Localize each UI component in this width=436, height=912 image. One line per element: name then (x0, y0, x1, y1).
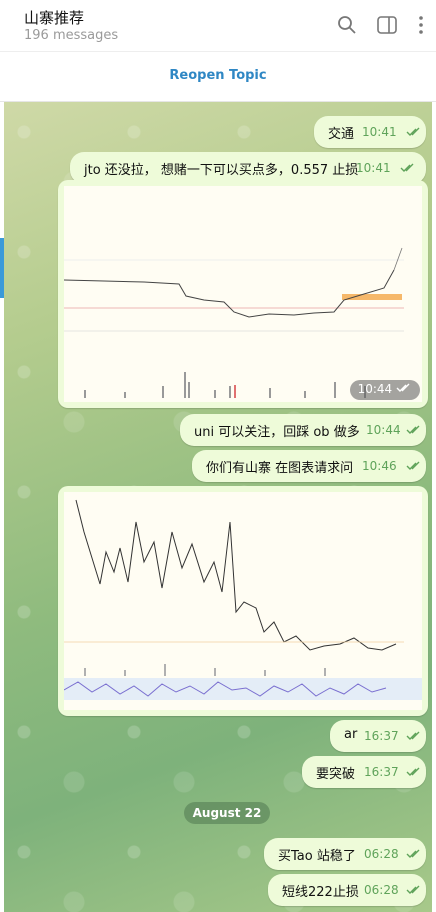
date-separator: August 22 (184, 802, 270, 824)
read-checkmark-icon (406, 461, 420, 470)
message-time: 10:44 (357, 382, 393, 396)
message-time: 16:37 (364, 765, 399, 779)
message-bubble[interactable]: 交通 10:41 (314, 116, 426, 148)
message-time: 06:28 (364, 883, 399, 897)
message-bubble[interactable]: uni 可以关注，回踩 ob 做多 10:44 (180, 414, 426, 446)
message-text: 短线222止损 (282, 885, 359, 900)
message-bubble[interactable]: ar 16:37 (330, 720, 426, 752)
chat-header: 山寨推荐 196 messages (0, 0, 436, 52)
message-time: 16:37 (364, 729, 399, 743)
message-bubble[interactable]: 买Tao 站稳了 06:28 (264, 838, 426, 870)
read-checkmark-icon (406, 849, 420, 858)
price-chart-drawing (63, 499, 422, 700)
chart-image-message[interactable] (58, 486, 428, 716)
message-count: 196 messages (24, 28, 119, 43)
message-text: ar (344, 727, 358, 742)
read-checkmark-icon (400, 163, 414, 172)
read-checkmark-icon (406, 767, 420, 776)
read-checkmark-icon (406, 425, 420, 434)
chat-title: 山寨推荐 (24, 9, 85, 27)
message-text: 要突破 (316, 767, 356, 782)
price-chart-image (63, 186, 422, 402)
message-text: jto 还没拉， 想赌一下可以买点多，0.557 止损 (84, 163, 359, 178)
chat-area[interactable]: 交通 10:41 jto 还没拉， 想赌一下可以买点多，0.557 止损 10:… (4, 102, 432, 912)
message-bubble[interactable]: 短线222止损 06:28 (268, 874, 426, 906)
sidebar-toggle-icon[interactable] (376, 14, 398, 36)
search-icon[interactable] (336, 14, 358, 36)
reopen-topic-button[interactable]: Reopen Topic (0, 68, 436, 83)
message-text: 买Tao 站稳了 (278, 849, 356, 864)
message-text: uni 可以关注，回踩 ob 做多 (194, 425, 360, 440)
more-options-icon[interactable] (410, 14, 432, 36)
message-time: 06:28 (364, 847, 399, 861)
read-checkmark-icon (406, 885, 420, 894)
message-bubble[interactable]: 你们有山寨 在图表请求问 10:46 (192, 450, 426, 482)
message-text: 交通 (328, 127, 355, 142)
read-checkmark-icon (406, 127, 420, 136)
message-time: 10:44 (366, 423, 401, 437)
reopen-topic-bar: Reopen Topic (0, 52, 436, 102)
message-time: 10:46 (362, 459, 397, 473)
price-chart-image (63, 492, 422, 710)
price-chart-drawing (63, 247, 404, 398)
read-checkmark-icon (406, 731, 420, 740)
chart-image-message[interactable]: 10:44 (58, 180, 428, 408)
read-checkmark-icon (396, 383, 410, 392)
message-bubble[interactable]: 要突破 16:37 (302, 756, 426, 788)
message-text: 你们有山寨 在图表请求问 (206, 461, 354, 476)
message-time: 10:41 (362, 125, 397, 139)
message-time: 10:41 (356, 161, 391, 175)
media-timestamp: 10:44 (349, 380, 420, 400)
